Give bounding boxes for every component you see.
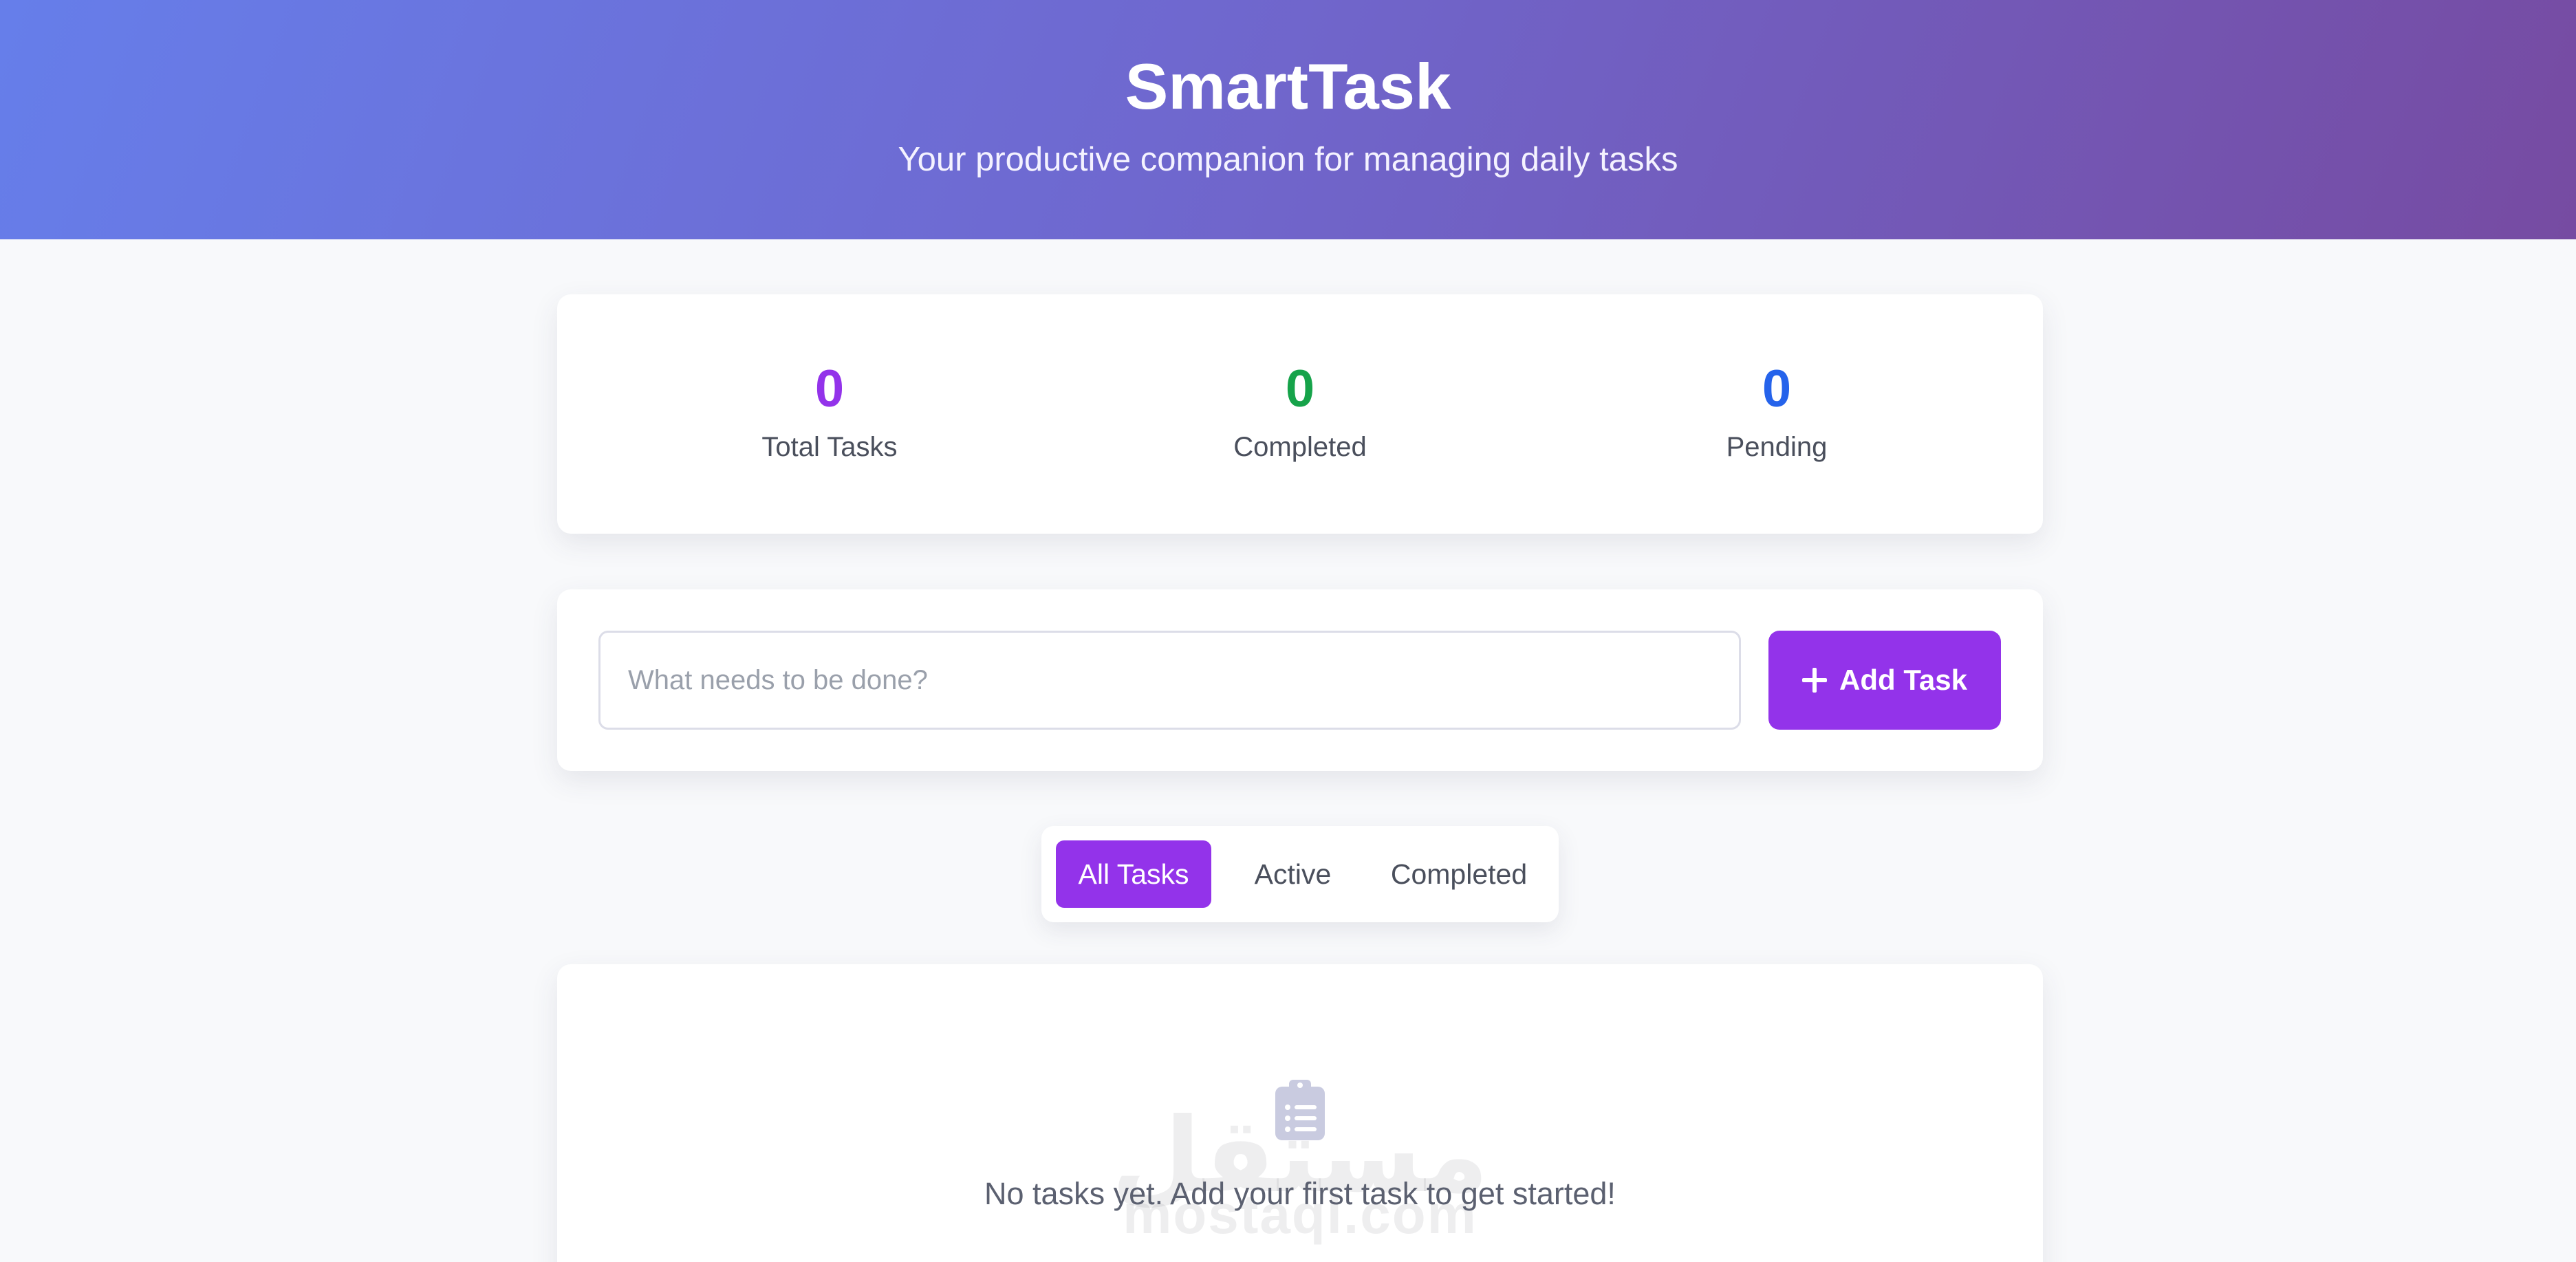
stat-total-label: Total Tasks bbox=[761, 432, 898, 462]
stats-card: 0 Total Tasks 0 Completed 0 Pending bbox=[557, 294, 2043, 534]
stat-total-value: 0 bbox=[814, 360, 845, 418]
tab-active[interactable]: Active bbox=[1219, 840, 1367, 908]
app-subtitle: Your productive companion for managing d… bbox=[898, 141, 1678, 178]
task-list: مستقل mostaql.com No tasks yet. Add your… bbox=[557, 964, 2043, 1262]
tab-all-tasks[interactable]: All Tasks bbox=[1056, 840, 1211, 908]
clipboard-list-icon bbox=[1275, 1080, 1325, 1140]
empty-state-message: No tasks yet. Add your first task to get… bbox=[984, 1176, 1616, 1211]
plus-icon bbox=[1802, 668, 1828, 693]
stat-completed-value: 0 bbox=[1285, 360, 1315, 418]
stat-pending: 0 Pending bbox=[1639, 363, 1914, 463]
stat-pending-label: Pending bbox=[1726, 432, 1828, 462]
app-title: SmartTask bbox=[1125, 50, 1451, 122]
stat-completed: 0 Completed bbox=[1162, 363, 1438, 463]
add-task-button[interactable]: Add Task bbox=[1768, 631, 2001, 730]
add-task-card: Add Task bbox=[557, 589, 2043, 771]
task-input[interactable] bbox=[598, 631, 1741, 730]
app-header: SmartTask Your productive companion for … bbox=[0, 0, 2576, 239]
filter-tabs: All Tasks Active Completed bbox=[1041, 826, 1559, 922]
stat-pending-value: 0 bbox=[1762, 360, 1792, 418]
add-task-label: Add Task bbox=[1839, 664, 1967, 696]
stat-total-tasks: 0 Total Tasks bbox=[692, 363, 967, 463]
stat-completed-label: Completed bbox=[1233, 432, 1367, 462]
tab-completed[interactable]: Completed bbox=[1373, 840, 1545, 908]
app-page: SmartTask Your productive companion for … bbox=[0, 0, 2576, 1262]
